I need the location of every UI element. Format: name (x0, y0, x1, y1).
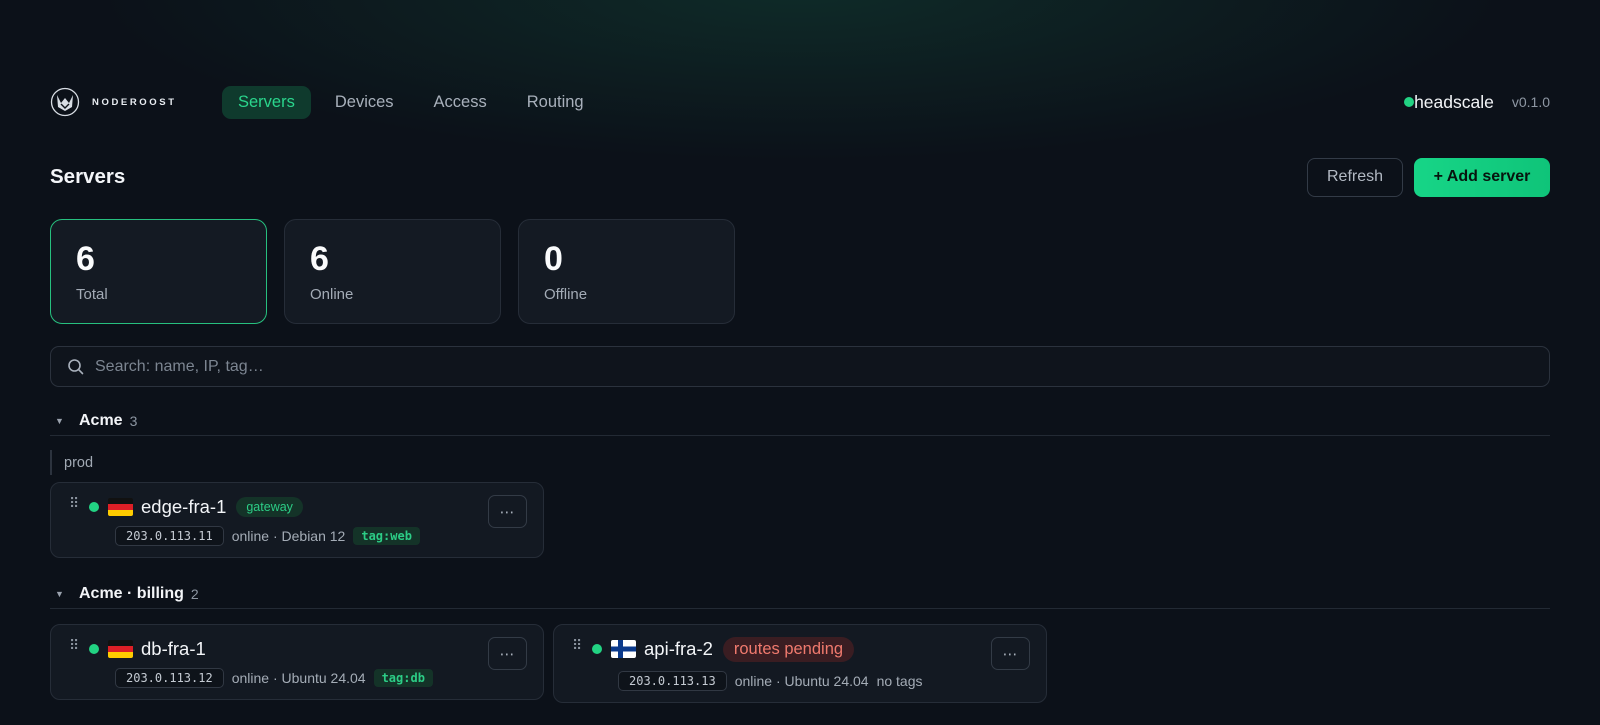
server-name[interactable]: api-fra-2 (644, 638, 713, 660)
stat-label: Online (310, 286, 354, 303)
online-status-dot (89, 644, 99, 654)
drag-handle-icon[interactable]: ⠿ (69, 637, 89, 654)
stat-value: 6 (76, 240, 95, 278)
collapse-caret-icon[interactable]: ▼ (50, 416, 79, 426)
more-options-button[interactable]: ⋯ (488, 637, 527, 670)
no-tags-label: no tags (876, 673, 923, 689)
stat-card-total[interactable]: 6 Total (50, 219, 267, 324)
connected-server: headscale (1404, 92, 1494, 113)
group-name: Acme · billing (79, 584, 184, 602)
card-detail-row: 203.0.113.11 online · Debian 12 tag:web (115, 525, 420, 547)
germany-flag-icon (108, 498, 133, 516)
online-status-dot (89, 502, 99, 512)
logo-icon (50, 87, 80, 117)
version-label: v0.1.0 (1511, 94, 1550, 110)
server-card-api-fra-2[interactable]: ⠿ api-fra-2 routes pending 203.0.113.13 … (553, 624, 1047, 703)
card-detail-row: 203.0.113.12 online · Ubuntu 24.04 tag:d… (115, 667, 433, 689)
page-title: Servers (50, 165, 126, 188)
routes-pending-badge[interactable]: routes pending (722, 636, 855, 662)
tag-chip[interactable]: tag:db (373, 669, 433, 687)
subgroup-label: prod (50, 450, 93, 475)
server-name[interactable]: db-fra-1 (141, 638, 206, 660)
card-title-row: ⠿ db-fra-1 (69, 637, 206, 661)
ip-address[interactable]: 203.0.113.11 (115, 526, 224, 546)
server-meta: online · Debian 12 (231, 528, 346, 544)
gateway-badge: gateway (236, 497, 303, 517)
stats-row: 6 Total 6 Online 0 Offline (50, 219, 735, 324)
online-status-dot (592, 644, 602, 654)
stat-label: Total (76, 286, 108, 303)
tag-chip[interactable]: tag:web (353, 527, 420, 545)
server-card-db-fra-1[interactable]: ⠿ db-fra-1 203.0.113.12 online · Ubuntu … (50, 624, 544, 700)
brand[interactable]: NODEROOST (50, 87, 222, 117)
add-server-button[interactable]: + Add server (1414, 157, 1550, 197)
refresh-button[interactable]: Refresh (1307, 157, 1403, 197)
stat-value: 6 (310, 240, 329, 278)
server-meta: online · Ubuntu 24.04 (231, 670, 366, 686)
nav-routing[interactable]: Routing (511, 86, 600, 119)
collapse-caret-icon[interactable]: ▼ (50, 589, 79, 599)
top-navigation: NODEROOST Servers Devices Access Routing… (50, 82, 1550, 122)
card-title-row: ⠿ api-fra-2 routes pending (572, 636, 855, 662)
stat-value: 0 (544, 240, 563, 278)
card-detail-row: 203.0.113.13 online · Ubuntu 24.04 no ta… (618, 670, 923, 692)
nav-devices[interactable]: Devices (319, 86, 410, 119)
ip-address[interactable]: 203.0.113.12 (115, 668, 224, 688)
search-bar (50, 346, 1550, 387)
group-header-acme[interactable]: ▼ Acme 3 (50, 406, 1550, 436)
group-count: 3 (129, 412, 138, 429)
nav-servers[interactable]: Servers (222, 85, 311, 119)
drag-handle-icon[interactable]: ⠿ (69, 495, 89, 512)
group-name: Acme (79, 411, 123, 429)
connection-info: headscale v0.1.0 (1404, 92, 1550, 113)
stat-card-offline[interactable]: 0 Offline (518, 219, 735, 324)
server-name[interactable]: edge-fra-1 (141, 496, 226, 518)
drag-handle-icon[interactable]: ⠿ (572, 637, 592, 654)
brand-name: NODEROOST (92, 96, 177, 108)
group-count: 2 (190, 585, 199, 602)
page-actions: Refresh + Add server (1307, 157, 1550, 197)
search-input[interactable] (95, 357, 1533, 376)
group-header-acme-billing[interactable]: ▼ Acme · billing 2 (50, 579, 1550, 609)
nav-access[interactable]: Access (418, 86, 503, 119)
ip-address[interactable]: 203.0.113.13 (618, 671, 727, 691)
search-icon (68, 358, 84, 374)
finland-flag-icon (611, 640, 636, 658)
online-status-dot (1404, 97, 1415, 107)
page-header: Servers Refresh + Add server (50, 157, 1550, 197)
germany-flag-icon (108, 640, 133, 658)
main-nav: Servers Devices Access Routing (222, 85, 600, 119)
connected-server-name: headscale (1414, 91, 1494, 112)
stat-label: Offline (544, 286, 588, 303)
stat-card-online[interactable]: 6 Online (284, 219, 501, 324)
more-options-button[interactable]: ⋯ (991, 637, 1030, 670)
more-options-button[interactable]: ⋯ (488, 495, 527, 528)
server-meta: online · Ubuntu 24.04 (734, 673, 869, 689)
server-card-edge-fra-1[interactable]: ⠿ edge-fra-1 gateway 203.0.113.11 online… (50, 482, 544, 558)
card-title-row: ⠿ edge-fra-1 gateway (69, 495, 303, 519)
